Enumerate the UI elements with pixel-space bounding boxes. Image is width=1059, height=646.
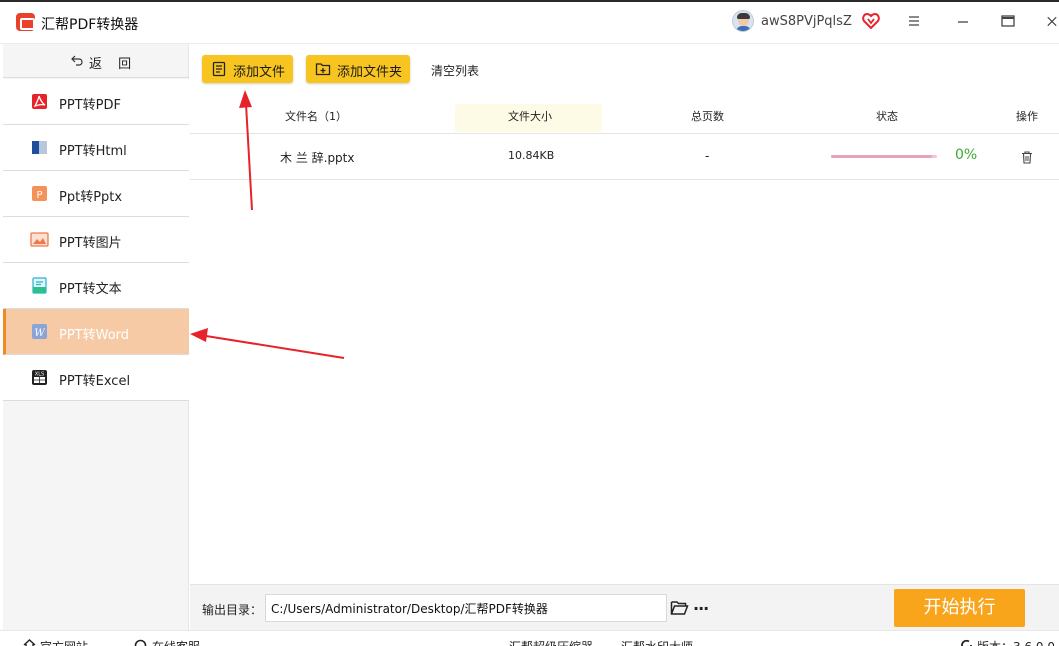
toolbar: 添加文件 添加文件夹 清空列表 [190, 44, 1059, 96]
support-icon [134, 639, 147, 646]
back-label: 返 回 [89, 57, 138, 72]
watermark-app-link[interactable]: 汇帮水印大师 [621, 638, 693, 646]
header-file-name: 文件名（1） [285, 110, 347, 123]
add-file-label: 添加文件 [233, 65, 286, 80]
text-icon [32, 277, 47, 294]
svg-text:P: P [36, 190, 42, 201]
trash-icon[interactable] [1020, 150, 1034, 164]
online-support-link[interactable]: 在线客服 [152, 638, 200, 646]
word-icon: W [32, 324, 47, 339]
username[interactable]: awS8PVjPqlsZ [761, 14, 852, 29]
refresh-icon[interactable] [960, 639, 973, 646]
progress-bar [831, 155, 937, 158]
sidebar-item-ppt-to-html[interactable]: PPT转Html [3, 125, 189, 171]
close-icon[interactable] [1044, 13, 1059, 29]
image-icon [30, 232, 49, 247]
add-folder-label: 添加文件夹 [337, 65, 403, 80]
window-border [0, 0, 1059, 2]
sidebar-item-ppt-to-text[interactable]: PPT转文本 [3, 263, 189, 309]
start-button[interactable]: 开始执行 [894, 589, 1025, 627]
svg-text:W: W [34, 328, 45, 339]
vip-heart-icon[interactable] [862, 12, 880, 30]
sidebar-item-ppt-to-word[interactable]: W PPT转Word [3, 309, 189, 355]
title-bar: 汇帮PDF转换器 awS8PVjPqlsZ [0, 0, 1059, 44]
sidebar-item-label: PPT转Excel [59, 374, 131, 389]
output-label: 输出目录： [202, 603, 263, 617]
maximize-icon[interactable] [1000, 13, 1016, 29]
table-row[interactable]: 木 兰 辞.pptx 10.84KB - 0% [190, 134, 1059, 180]
sidebar-item-label: PPT转Word [59, 328, 130, 343]
cell-file-name: 木 兰 辞.pptx [280, 151, 355, 165]
sidebar-item-label: PPT转图片 [59, 236, 122, 251]
arrow-to-ppt-word [190, 328, 345, 359]
add-folder-button[interactable]: 添加文件夹 [306, 55, 410, 83]
header-status: 状态 [876, 110, 898, 123]
back-arrow-icon [71, 55, 83, 66]
output-bar: 输出目录： ··· 开始执行 [190, 584, 1059, 630]
folder-open-icon[interactable] [670, 600, 689, 616]
sidebar-item-ppt-to-image[interactable]: PPT转图片 [3, 217, 189, 263]
sidebar-item-label: PPT转Html [59, 144, 127, 159]
sidebar-item-ppt-to-pdf[interactable]: PPT转PDF [3, 79, 189, 125]
header-page-count: 总页数 [691, 110, 724, 123]
pptx-icon: P [32, 186, 47, 201]
svg-text:XLS: XLS [35, 372, 44, 378]
compressor-link[interactable]: 汇帮超级压缩器 [509, 638, 593, 646]
progress-percent: 0% [955, 147, 978, 163]
back-button[interactable]: 返 回 [3, 44, 189, 78]
output-path-input[interactable] [265, 594, 667, 622]
progress-fill [831, 155, 932, 158]
sidebar-item-label: Ppt转Pptx [59, 190, 123, 205]
version-label: 版本：3.6.0.0 [977, 638, 1055, 646]
avatar[interactable] [732, 10, 754, 32]
minimize-icon[interactable] [955, 13, 971, 29]
folder-add-icon [315, 63, 331, 76]
more-icon[interactable]: ··· [693, 599, 709, 618]
table-header: 文件名（1） 文件大小 总页数 状态 操作 [190, 96, 1059, 134]
footer: 官方网站 在线客服 汇帮超级压缩器 汇帮水印大师 版本：3.6.0.0 [0, 630, 1059, 646]
app-title: 汇帮PDF转换器 [41, 17, 139, 33]
excel-icon: XLS [32, 370, 47, 385]
sidebar-item-label: PPT转PDF [59, 98, 121, 113]
cell-file-size: 10.84KB [508, 149, 555, 162]
sidebar-item-ppt-to-excel[interactable]: XLS PPT转Excel [3, 355, 189, 401]
clear-list-button[interactable]: 清空列表 [431, 62, 479, 79]
sidebar-item-ppt-to-pptx[interactable]: P Ppt转Pptx [3, 171, 189, 217]
add-file-button[interactable]: 添加文件 [202, 55, 293, 83]
app-logo-icon [16, 13, 35, 31]
home-icon [23, 639, 36, 646]
cell-page-count: - [705, 149, 710, 163]
pdf-icon [32, 94, 47, 109]
sidebar: 返 回 PPT转PDF PPT转Html P Ppt转Pptx PPT转图片 P… [3, 44, 189, 630]
header-action: 操作 [1016, 110, 1038, 123]
menu-icon[interactable] [906, 13, 922, 29]
sidebar-item-label: PPT转文本 [59, 282, 122, 297]
official-website-link[interactable]: 官方网站 [40, 638, 88, 646]
html-icon [32, 141, 47, 154]
file-add-icon [212, 61, 226, 77]
header-file-size: 文件大小 [508, 110, 552, 123]
